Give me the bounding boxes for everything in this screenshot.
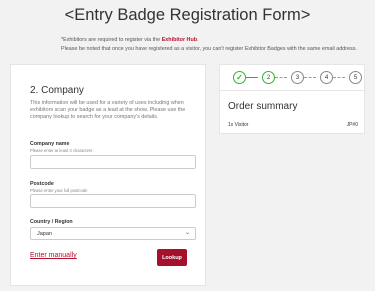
company-name-label: Company name <box>30 141 70 147</box>
country-select[interactable]: Japan ⌄ <box>30 227 196 240</box>
company-form-card: 2. Company This information will be used… <box>10 64 206 286</box>
country-selected-value: Japan <box>37 231 52 237</box>
visitor-email-notice: Please be noted that once you have regis… <box>61 46 357 52</box>
chevron-down-icon: ⌄ <box>184 230 190 236</box>
company-name-input[interactable] <box>30 155 196 169</box>
exhibitor-notice: *Exhibitors are required to register via… <box>61 36 357 54</box>
step-description: This information will be used for a vari… <box>30 100 186 120</box>
step-title: 2. Company <box>30 85 84 96</box>
enter-manually-link[interactable]: Enter manually <box>30 252 77 259</box>
order-summary-panel: ✓ 2 3 4 5 Order summary 1x Visitor JP#0 <box>219 64 366 134</box>
order-item-country: JP#0 <box>346 122 358 128</box>
order-summary-title: Order summary <box>228 101 298 112</box>
stepper-connector <box>246 77 258 78</box>
step-4: 4 <box>320 71 333 84</box>
exhibitor-hub-link[interactable]: Exhibitor Hub <box>162 37 197 43</box>
lookup-button[interactable]: Lookup <box>157 249 187 266</box>
postcode-input[interactable] <box>30 194 196 208</box>
postcode-label: Postcode <box>30 181 54 187</box>
step-5: 5 <box>349 71 362 84</box>
stepper-connector <box>333 77 345 78</box>
step-2-current: 2 <box>262 71 275 84</box>
postcode-hint: Please enter your full postcode <box>30 188 88 193</box>
country-label: Country / Region <box>30 219 73 225</box>
panel-divider <box>220 90 366 91</box>
step-3: 3 <box>291 71 304 84</box>
progress-stepper: ✓ 2 3 4 5 <box>233 71 362 85</box>
stepper-connector <box>275 77 287 78</box>
company-name-hint: Please enter at least 3 characters <box>30 148 93 153</box>
step-1-complete-checkmark-icon: ✓ <box>233 71 246 84</box>
stepper-connector <box>304 77 316 78</box>
page-title: <Entry Badge Registration Form> <box>64 6 311 24</box>
order-item-label: 1x Visitor <box>228 122 249 128</box>
exhibitor-hub-notice: *Exhibitors are required to register via… <box>61 37 199 43</box>
